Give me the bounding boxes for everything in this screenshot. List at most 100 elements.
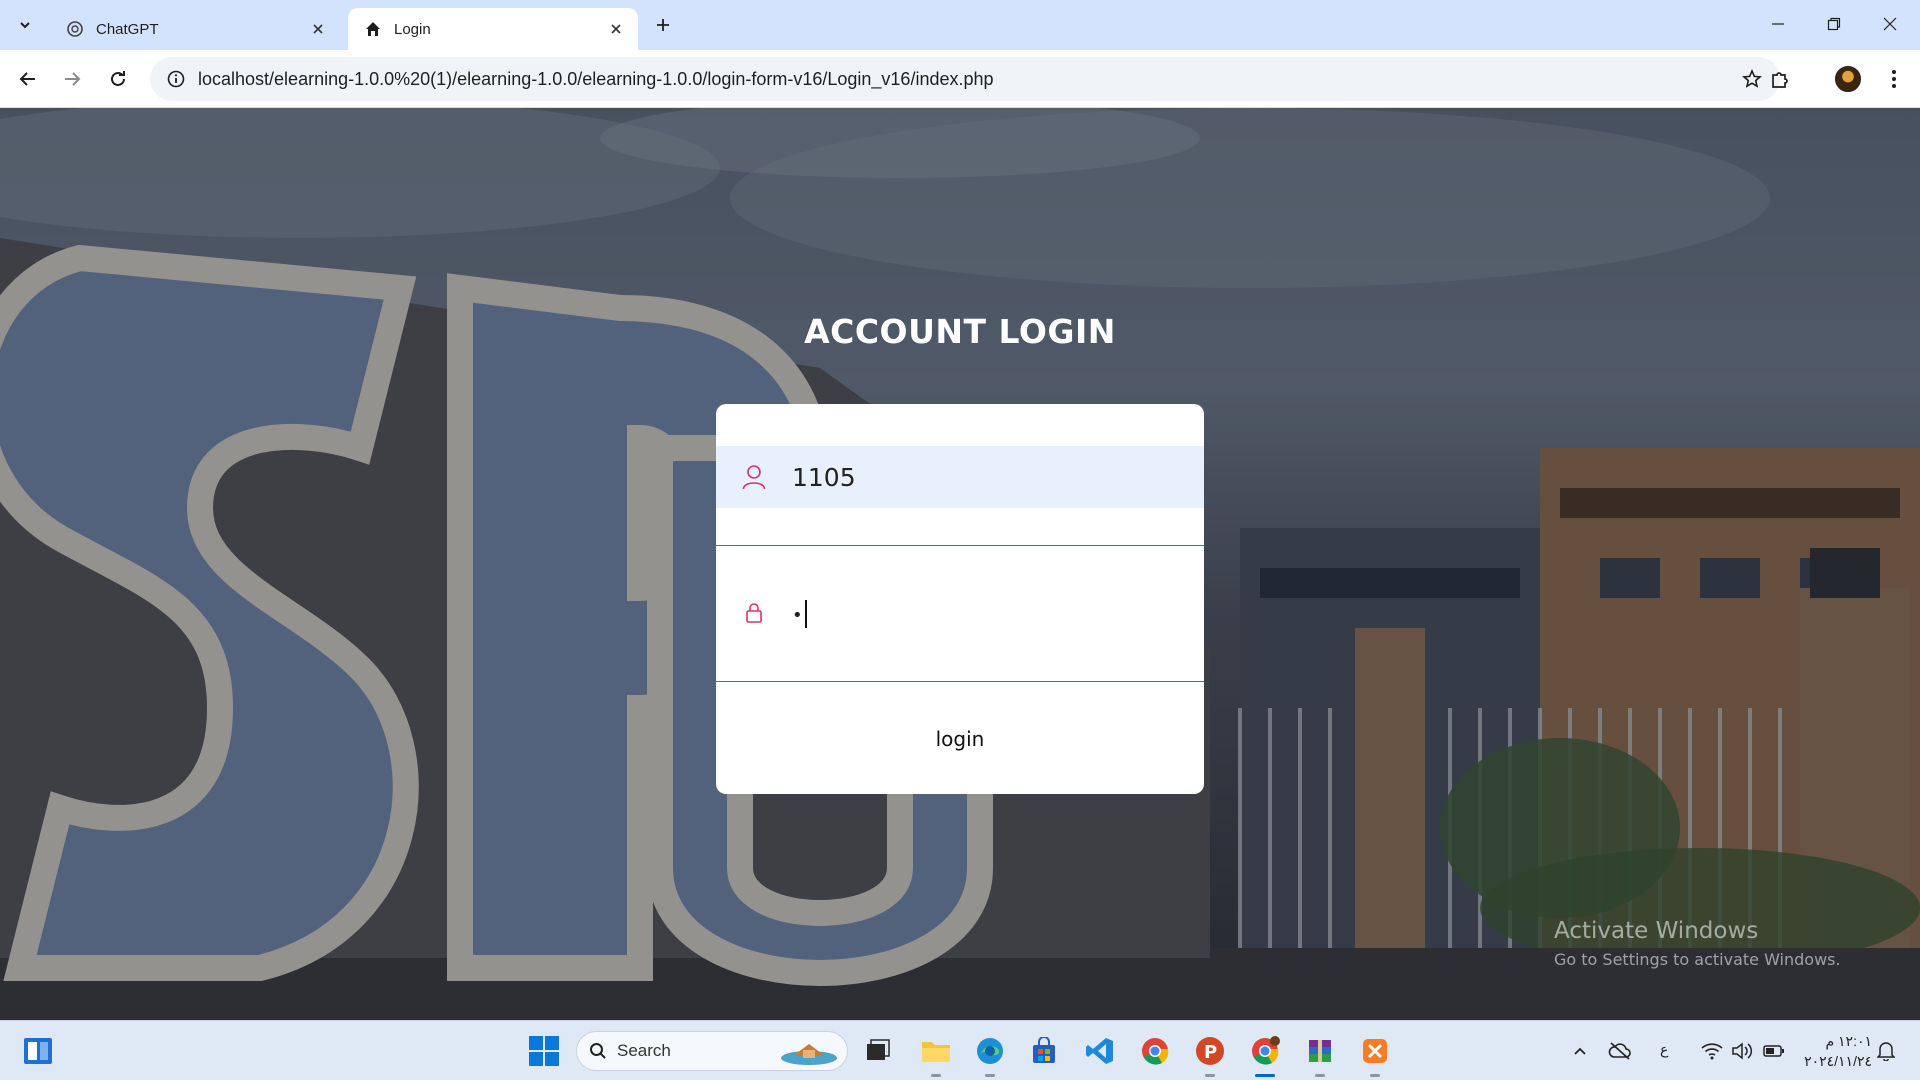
login-button[interactable]: login [716,684,1204,794]
url-text: localhost/elearning-1.0.0%20(1)/elearnin… [198,68,994,89]
widgets-button[interactable] [22,1035,54,1067]
back-button[interactable] [12,63,44,95]
watermark-title: Activate Windows [1554,918,1759,944]
file-explorer-icon [922,1042,950,1062]
forward-button[interactable] [56,63,88,95]
input-language-indicator[interactable]: ع [1660,1041,1668,1058]
home-icon [362,18,384,40]
extensions-button[interactable] [1764,63,1796,95]
wifi-button[interactable] [1700,1039,1724,1063]
vscode-icon [1086,1038,1113,1064]
password-value: • [792,598,807,628]
powerpoint-icon: P [1196,1037,1224,1065]
puzzle-icon [1772,72,1788,88]
username-input[interactable]: 1105 [716,446,1204,508]
site-info-icon[interactable] [154,57,198,101]
openai-icon [64,18,86,40]
tab-title: Login [394,20,431,38]
reload-icon [111,71,125,86]
chrome-profile-icon [1252,1036,1280,1065]
login-page: ACCOUNT LOGIN 1105 • login Activate Wind… [0,108,1920,1020]
chrome-profile-button[interactable] [1247,1033,1283,1077]
avatar [1835,66,1861,92]
lock-icon [716,602,792,624]
profile-button[interactable] [1832,63,1864,95]
close-window-button[interactable] [1862,0,1918,48]
start-button[interactable] [526,1033,562,1069]
wifi-icon [1701,1043,1723,1060]
windows-taskbar: Search P ع ١٢:٠١ م ٢٠٢٤/١١/٢٤ [0,1020,1920,1080]
chevron-up-icon [1574,1047,1586,1055]
volume-icon [1732,1042,1753,1060]
system-clock[interactable]: ١٢:٠١ م ٢٠٢٤/١١/٢٤ [1800,1031,1872,1071]
xampp-button[interactable] [1357,1033,1393,1077]
browser-toolbar: localhost/elearning-1.0.0%20(1)/elearnin… [0,50,1920,108]
battery-icon [1763,1045,1784,1057]
minimize-button[interactable] [1750,0,1806,48]
new-tab-button[interactable] [650,12,676,38]
taskbar-search[interactable]: Search [576,1031,848,1071]
vscode-button[interactable] [1082,1033,1118,1069]
restore-icon [1827,17,1841,31]
running-indicator [1205,1074,1215,1077]
tab-search-button[interactable] [10,10,40,40]
page-title: ACCOUNT LOGIN [804,312,1116,351]
store-icon [1033,1037,1055,1063]
close-icon[interactable] [606,19,626,39]
password-input[interactable]: • [716,582,1204,644]
running-indicator [1370,1074,1380,1077]
volume-button[interactable] [1730,1039,1754,1063]
edge-button[interactable] [972,1033,1008,1077]
bookmark-star-icon[interactable] [1740,67,1764,91]
password-field[interactable]: • [716,546,1204,682]
task-view-button[interactable] [860,1033,896,1069]
onedrive-button[interactable] [1608,1039,1632,1063]
search-label: Search [617,1041,671,1060]
running-indicator [985,1074,995,1077]
menu-button[interactable] [1878,63,1910,95]
clock-date: ٢٠٢٤/١١/٢٤ [1804,1053,1872,1069]
search-highlight-image [781,1044,837,1065]
browser-tabstrip: ChatGPT Login [0,0,1920,50]
username-value: 1105 [792,462,856,492]
tab-login[interactable]: Login [348,8,638,50]
file-explorer-button[interactable] [918,1033,954,1077]
show-hidden-icons-button[interactable] [1568,1039,1592,1063]
running-indicator [931,1074,941,1077]
windows-logo-icon [529,1036,559,1066]
address-bar[interactable]: localhost/elearning-1.0.0%20(1)/elearnin… [150,57,1780,101]
close-icon [1883,17,1897,31]
chrome-icon [1142,1038,1169,1065]
password-mask: • [792,605,803,626]
bell-icon [1877,1042,1895,1061]
xampp-icon [1363,1039,1387,1063]
login-form: 1105 • login [716,404,1204,794]
store-button[interactable] [1026,1033,1062,1069]
arrow-left-icon [19,72,35,86]
edge-icon [977,1038,1003,1064]
cloud-offline-icon [1608,1042,1631,1060]
activate-windows-watermark: Activate Windows Go to Settings to activ… [1554,918,1841,969]
winrar-button[interactable] [1302,1033,1338,1077]
battery-button[interactable] [1762,1039,1786,1063]
restore-button[interactable] [1806,0,1862,48]
search-icon [590,1043,606,1059]
chevron-down-icon [20,22,30,29]
notifications-button[interactable] [1874,1039,1898,1063]
chrome-button[interactable] [1137,1033,1173,1069]
svg-text:P: P [1204,1042,1217,1063]
close-icon[interactable] [308,19,328,39]
widgets-icon [24,1038,52,1064]
user-icon [716,464,792,490]
reload-button[interactable] [102,63,134,95]
text-caret [804,600,807,628]
powerpoint-button[interactable]: P [1192,1033,1228,1077]
arrow-right-icon [65,72,81,86]
username-field[interactable]: 1105 [716,404,1204,546]
active-indicator [1255,1074,1275,1077]
running-indicator [1315,1074,1325,1077]
watermark-subtitle: Go to Settings to activate Windows. [1554,950,1841,969]
tab-title: ChatGPT [96,20,159,38]
clock-time: ١٢:٠١ م [1825,1033,1872,1049]
tab-chatgpt[interactable]: ChatGPT [50,8,340,50]
